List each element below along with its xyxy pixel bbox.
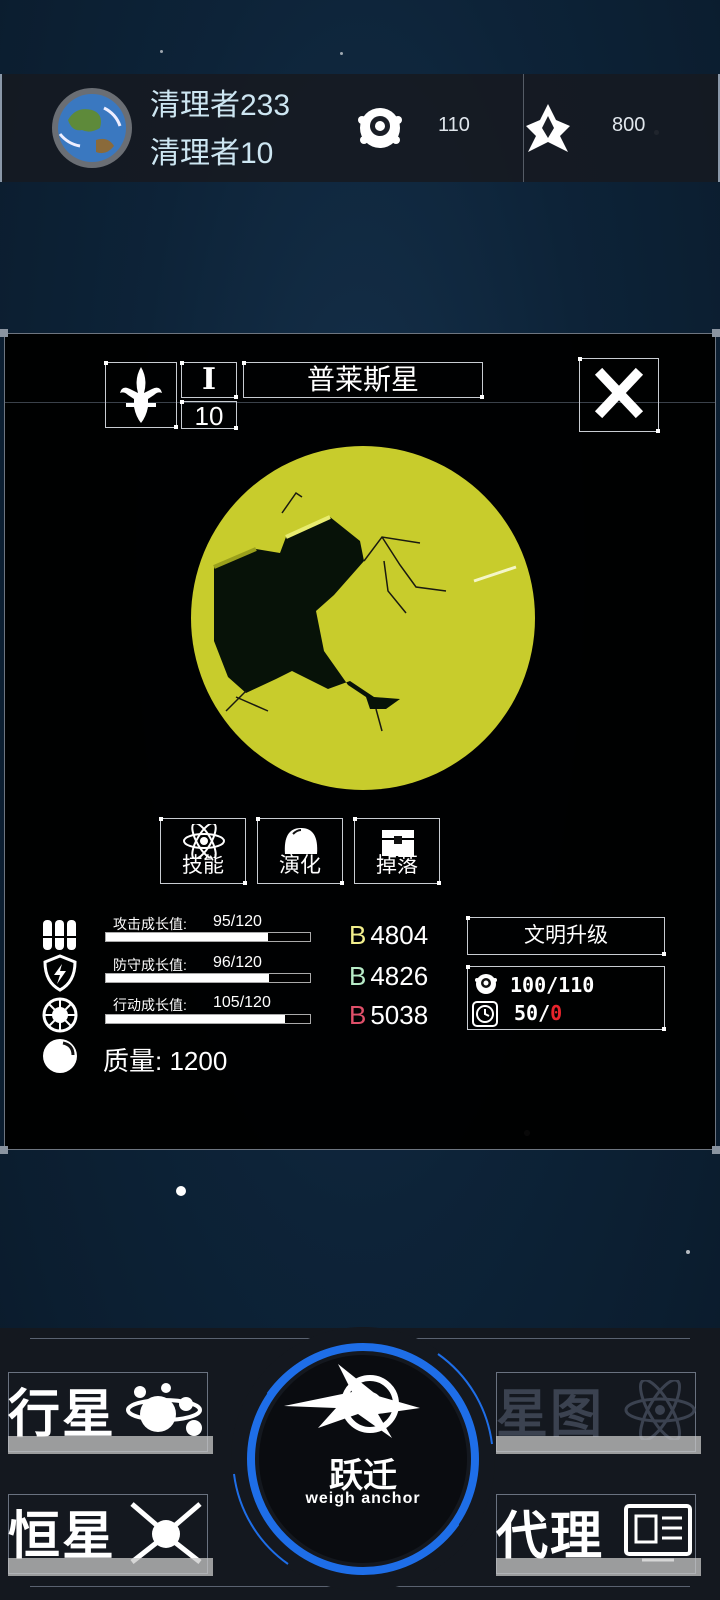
fleur-de-lis-icon <box>120 367 162 423</box>
mass-orb-icon <box>43 1039 77 1073</box>
tab-skills-label: 技能 <box>182 854 224 877</box>
b-value-row-1: B 4804 <box>349 920 428 951</box>
tab-skills[interactable]: 技能 <box>159 817 247 885</box>
panel-corner <box>712 329 720 337</box>
eye-orb-icon <box>475 974 497 994</box>
resource-value-1: 110 <box>438 114 470 136</box>
window-icon <box>624 1504 692 1562</box>
cost-line-2: 50/0 <box>514 1001 562 1025</box>
nav-agent-button[interactable]: 代理 <box>496 1494 701 1576</box>
warp-button[interactable]: 跃迁 weigh anchor <box>228 1324 498 1594</box>
nav-planets-button[interactable]: 行星 <box>8 1372 213 1454</box>
nav-shade <box>8 1558 213 1576</box>
b-letter: B <box>349 920 367 950</box>
cost-line-2-max: 0 <box>550 1001 563 1025</box>
action-growth-bar-fill <box>106 1015 285 1023</box>
panel-corner <box>0 1146 8 1154</box>
attack-growth-bar-fill <box>106 933 268 941</box>
tab-evolution[interactable]: 演化 <box>256 817 344 885</box>
warp-subtitle: weigh anchor <box>305 1490 421 1507</box>
cost-line-2-current: 50/ <box>514 1001 551 1025</box>
attack-growth-bar <box>105 932 311 942</box>
atom-icon <box>624 1380 696 1440</box>
crystal-emblem-icon <box>526 104 570 152</box>
player-subname: 清理者10 <box>150 137 274 170</box>
planet-detail-panel: I 10 普莱斯星 技能 演化 掉落 攻击成长值: 95/120 防守成长值: … <box>0 329 720 1154</box>
defense-growth-bar-fill <box>106 974 270 982</box>
tier-numeral: I <box>201 362 217 397</box>
b-value: 4804 <box>370 920 429 950</box>
clock-icon <box>472 1001 498 1027</box>
eye-orb-icon <box>358 108 402 148</box>
earth-avatar-icon[interactable] <box>46 84 138 172</box>
b-value: 4826 <box>370 961 429 991</box>
close-button[interactable] <box>578 357 660 433</box>
nav-shade <box>496 1558 701 1576</box>
attack-growth-value: 95/120 <box>213 913 262 930</box>
background-star <box>340 52 343 55</box>
nav-starmap-button[interactable]: 星图 <box>496 1372 701 1454</box>
b-letter: B <box>349 1000 367 1030</box>
resource-value-2: 800 <box>612 114 646 136</box>
shield-bolt-icon <box>43 954 77 992</box>
defense-growth-value: 96/120 <box>213 954 262 971</box>
action-growth-bar <box>105 1014 311 1024</box>
player-name: 清理者233 <box>150 89 291 122</box>
b-value: 5038 <box>370 1000 429 1030</box>
bullets-icon <box>43 920 76 950</box>
top-bar: 清理者233 清理者10 110 800 <box>0 74 720 182</box>
upgrade-cost-box: 100/110 50/0 <box>466 965 666 1031</box>
tab-evolution-label: 演化 <box>279 854 321 877</box>
panel-corner <box>0 329 8 337</box>
emblem-badge <box>104 361 178 429</box>
planet-system-icon <box>126 1383 202 1436</box>
b-value-row-3: B 5038 <box>349 1000 428 1031</box>
b-letter: B <box>349 961 367 991</box>
planet-name: 普莱斯星 <box>242 361 484 399</box>
wheel-icon <box>42 997 78 1033</box>
mass-value: 质量: 1200 <box>103 1046 228 1076</box>
background-star <box>176 1186 186 1196</box>
panel-corner <box>712 1146 720 1154</box>
cost-line-1: 100/110 <box>510 973 595 997</box>
background-star <box>686 1250 690 1254</box>
action-growth-label: 行动成长值: <box>113 997 187 1013</box>
defense-growth-bar <box>105 973 311 983</box>
nav-shade <box>8 1436 213 1454</box>
action-growth-value: 105/120 <box>213 994 271 1011</box>
nav-stars-button[interactable]: 恒星 <box>8 1494 213 1576</box>
nav-shade <box>496 1436 701 1454</box>
tier-badge: I <box>180 361 238 399</box>
defense-growth-label: 防守成长值: <box>113 957 187 973</box>
b-value-row-2: B 4826 <box>349 961 428 992</box>
level-badge: 10 <box>180 400 238 430</box>
planet-illustration[interactable] <box>186 441 540 795</box>
tab-drops[interactable]: 掉落 <box>353 817 441 885</box>
close-icon <box>594 367 644 419</box>
tab-drops-label: 掉落 <box>376 854 418 877</box>
civilization-upgrade-button[interactable]: 文明升级 <box>466 916 666 956</box>
background-star <box>160 50 163 53</box>
attack-growth-label: 攻击成长值: <box>113 916 187 932</box>
